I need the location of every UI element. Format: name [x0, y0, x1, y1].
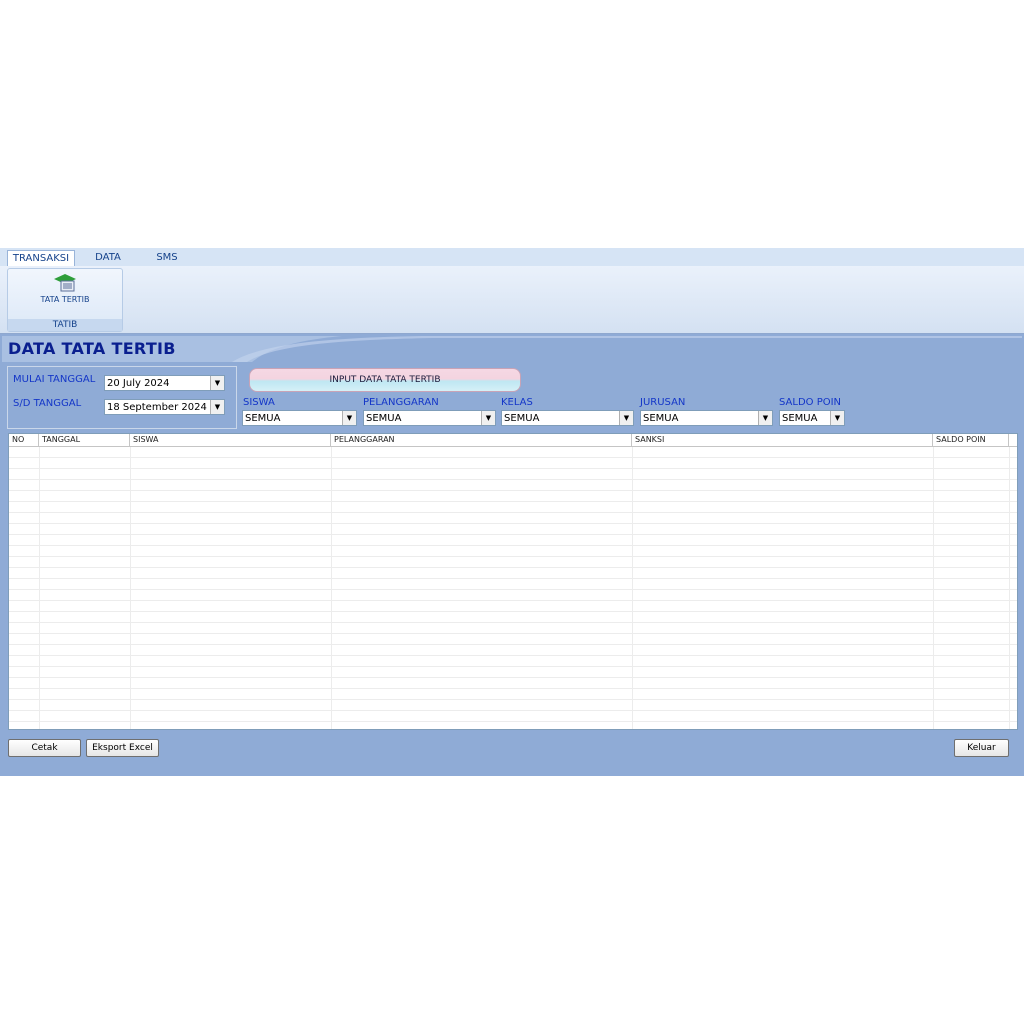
export-excel-button[interactable]: Eksport Excel — [86, 739, 159, 757]
column-header-no[interactable]: NO — [9, 434, 39, 446]
grid-column-divider — [933, 447, 934, 729]
ribbon-tabbar: TRANSAKSI DATA SMS — [0, 248, 1024, 267]
end-date-label: S/D TANGGAL — [13, 398, 82, 409]
print-button[interactable]: Cetak — [8, 739, 81, 757]
siswa-filter-value: SEMUA — [245, 413, 281, 424]
chevron-down-icon[interactable]: ▼ — [481, 411, 495, 425]
date-range-box: MULAI TANGGAL 20 July 2024 ▼ S/D TANGGAL… — [7, 366, 237, 429]
book-icon — [54, 274, 76, 292]
pelanggaran-filter-select[interactable]: SEMUA ▼ — [363, 410, 496, 426]
grid-column-divider — [331, 447, 332, 729]
jurusan-filter-label: JURUSAN — [640, 397, 686, 408]
tab-sms[interactable]: SMS — [145, 250, 189, 266]
tab-data[interactable]: DATA — [85, 250, 131, 266]
grid-header: NO TANGGAL SISWA PELANGGARAN SANKSI SALD… — [9, 434, 1017, 447]
siswa-filter-label: SISWA — [243, 397, 275, 408]
kelas-filter-label: KELAS — [501, 397, 533, 408]
jurusan-filter-value: SEMUA — [643, 413, 679, 424]
chevron-down-icon[interactable]: ▼ — [210, 376, 224, 390]
column-header-pelanggaran[interactable]: PELANGGARAN — [331, 434, 632, 446]
ribbon-panel: TATA TERTIB TATIB — [0, 266, 1024, 334]
column-header-siswa[interactable]: SISWA — [130, 434, 331, 446]
grid-column-divider — [632, 447, 633, 729]
tata-tertib-button-label: TATA TERTIB — [40, 295, 90, 304]
grid-body[interactable] — [9, 447, 1017, 729]
pelanggaran-filter-label: PELANGGARAN — [363, 397, 439, 408]
kelas-filter-value: SEMUA — [504, 413, 540, 424]
ribbon-group-tatib: TATA TERTIB TATIB — [7, 268, 123, 332]
chevron-down-icon[interactable]: ▼ — [758, 411, 772, 425]
start-date-picker[interactable]: 20 July 2024 ▼ — [104, 375, 225, 391]
app-window: TRANSAKSI DATA SMS TATA TERTIB TATIB DAT… — [0, 248, 1024, 776]
jurusan-filter-select[interactable]: SEMUA ▼ — [640, 410, 773, 426]
kelas-filter-select[interactable]: SEMUA ▼ — [501, 410, 634, 426]
saldo-filter-select[interactable]: SEMUA ▼ — [779, 410, 845, 426]
chevron-down-icon[interactable]: ▼ — [210, 400, 224, 414]
ribbon-group-title: TATIB — [8, 319, 122, 331]
column-header-saldo-poin[interactable]: SALDO POIN — [933, 434, 1009, 446]
page-title: DATA TATA TERTIB — [8, 339, 176, 358]
data-grid[interactable]: NO TANGGAL SISWA PELANGGARAN SANKSI SALD… — [8, 433, 1018, 730]
chevron-down-icon[interactable]: ▼ — [830, 411, 844, 425]
tata-tertib-button[interactable]: TATA TERTIB — [30, 273, 100, 313]
main-content: DATA TATA TERTIB MULAI TANGGAL 20 July 2… — [2, 336, 1022, 776]
start-date-value: 20 July 2024 — [107, 378, 170, 389]
column-header-sanksi[interactable]: SANKSI — [632, 434, 933, 446]
saldo-filter-label: SALDO POIN — [779, 397, 842, 408]
input-data-button[interactable]: INPUT DATA TATA TERTIB — [249, 368, 521, 392]
exit-button[interactable]: Keluar — [954, 739, 1009, 757]
grid-column-divider — [1009, 447, 1010, 729]
grid-column-divider — [130, 447, 131, 729]
tab-transaksi[interactable]: TRANSAKSI — [7, 250, 75, 267]
chevron-down-icon[interactable]: ▼ — [342, 411, 356, 425]
end-date-picker[interactable]: 18 September 2024 ▼ — [104, 399, 225, 415]
saldo-filter-value: SEMUA — [782, 413, 818, 424]
pelanggaran-filter-value: SEMUA — [366, 413, 402, 424]
grid-column-divider — [39, 447, 40, 729]
column-header-tanggal[interactable]: TANGGAL — [39, 434, 130, 446]
start-date-label: MULAI TANGGAL — [13, 374, 96, 385]
chevron-down-icon[interactable]: ▼ — [619, 411, 633, 425]
end-date-value: 18 September 2024 — [107, 402, 207, 413]
siswa-filter-select[interactable]: SEMUA ▼ — [242, 410, 357, 426]
